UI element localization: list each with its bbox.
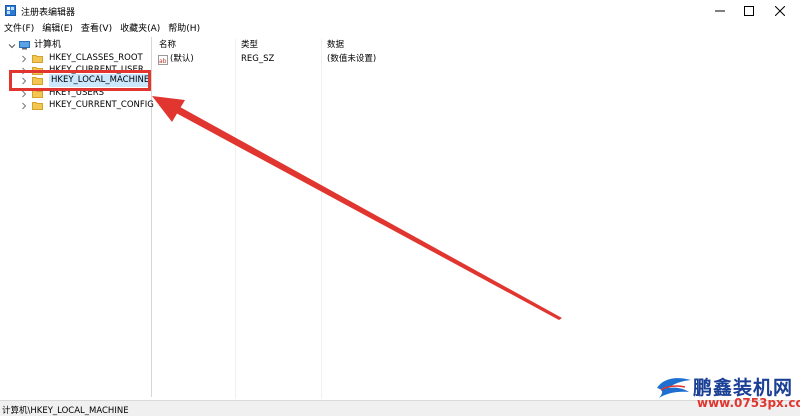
folder-icon: [32, 102, 43, 110]
registry-editor-icon: [5, 5, 16, 16]
column-header-data[interactable]: 数据: [327, 40, 344, 51]
close-button[interactable]: [765, 0, 795, 22]
registry-tree-pane[interactable]: 计算机 HKEY_CLASSES_ROOT HKEY_CURRENT_USER …: [2, 37, 154, 397]
menu-view[interactable]: 查看(V): [81, 22, 112, 36]
folder-icon: [32, 55, 43, 63]
tree-node-current-config[interactable]: HKEY_CURRENT_CONFIG: [20, 99, 154, 112]
tree-node-label: HKEY_CURRENT_CONFIG: [49, 100, 154, 110]
menu-bar: 文件(F) 编辑(E) 查看(V) 收藏夹(A) 帮助(H): [0, 22, 800, 36]
column-header-name[interactable]: 名称: [159, 40, 176, 51]
column-separator: [321, 39, 322, 399]
close-icon: [775, 6, 785, 16]
column-separator: [235, 39, 236, 399]
watermark-url: www.0753px.com: [697, 396, 800, 410]
maximize-icon: [744, 6, 754, 16]
maximize-button[interactable]: [734, 0, 764, 22]
tree-root-computer[interactable]: 计算机: [8, 39, 61, 52]
site-watermark: 鹏鑫装机网 www.0753px.com: [655, 374, 800, 410]
watermark-logo-icon: [657, 378, 691, 398]
value-name: (默认): [170, 54, 194, 64]
title-bar: 注册表编辑器: [0, 0, 800, 22]
svg-text:ab: ab: [159, 58, 167, 65]
menu-favorites[interactable]: 收藏夹(A): [120, 22, 160, 36]
menu-edit[interactable]: 编辑(E): [42, 22, 73, 36]
value-row-name[interactable]: ab (默认): [158, 54, 194, 65]
column-header-type[interactable]: 类型: [241, 40, 258, 51]
chevron-right-icon[interactable]: [20, 102, 28, 110]
status-path: 计算机\HKEY_LOCAL_MACHINE: [2, 406, 129, 416]
window-title: 注册表编辑器: [21, 8, 76, 18]
values-list-pane[interactable]: 名称 类型 数据 ab (默认) REG_SZ (数值未设置): [155, 37, 800, 399]
value-type: REG_SZ: [241, 54, 275, 64]
highlight-box: [9, 70, 151, 91]
value-data: (数值未设置): [327, 54, 377, 64]
tree-root-label: 计算机: [34, 40, 62, 50]
chevron-down-icon[interactable]: [8, 42, 16, 50]
status-bar: 计算机\HKEY_LOCAL_MACHINE: [0, 400, 800, 416]
minimize-icon: [715, 10, 725, 12]
string-value-icon: ab: [158, 54, 168, 65]
menu-help[interactable]: 帮助(H): [168, 22, 200, 36]
computer-icon: [19, 41, 30, 50]
chevron-right-icon[interactable]: [20, 55, 28, 63]
menu-file[interactable]: 文件(F): [4, 22, 34, 36]
minimize-button[interactable]: [705, 0, 735, 22]
